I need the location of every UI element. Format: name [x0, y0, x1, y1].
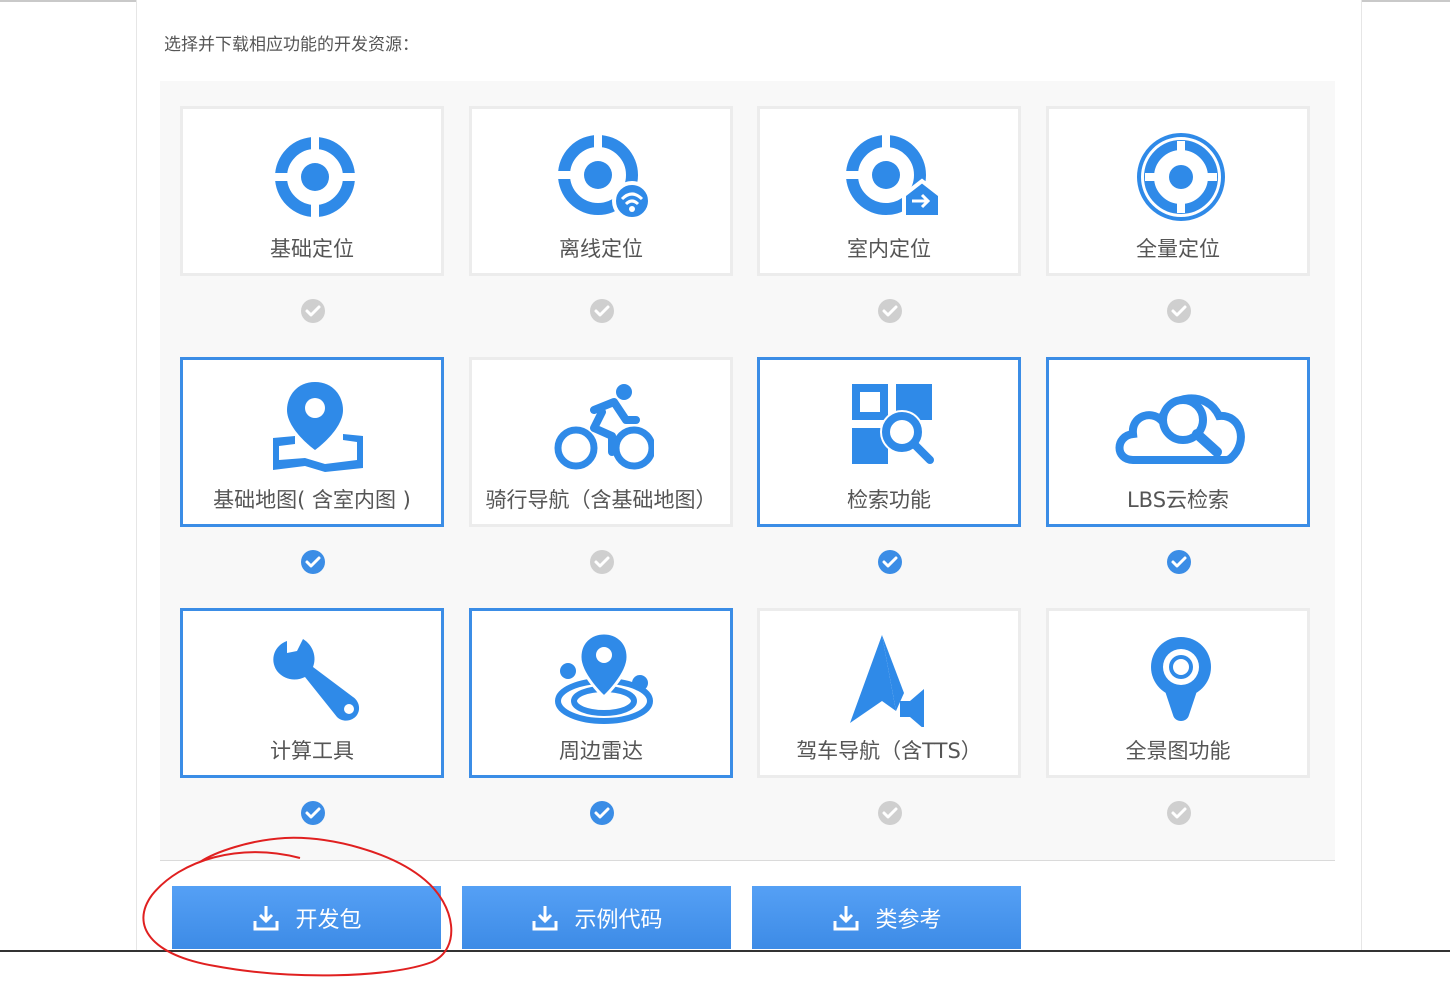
feature-card-label: 驾车导航（含TTS）	[796, 739, 982, 763]
instruction-text: 选择并下载相应功能的开发资源：	[164, 35, 419, 55]
radar-icon	[554, 631, 654, 727]
checked-icon[interactable]	[877, 549, 903, 575]
feature-card-label: 基础地图( 含室内图 )	[213, 488, 411, 512]
download-sample-code-button[interactable]: 示例代码	[462, 886, 731, 949]
feature-card[interactable]: 驾车导航（含TTS）	[757, 608, 1021, 778]
feature-card[interactable]: 离线定位	[469, 106, 733, 276]
unchecked-icon[interactable]	[877, 800, 903, 826]
checked-icon[interactable]	[300, 549, 326, 575]
feature-card[interactable]: 基础地图( 含室内图 )	[180, 357, 444, 527]
download-class-reference-button[interactable]: 类参考	[752, 886, 1021, 949]
unchecked-icon[interactable]	[1166, 800, 1192, 826]
bottom-divider	[0, 950, 1450, 952]
bicycle-icon	[554, 380, 656, 476]
map-pin-icon	[265, 380, 365, 476]
unchecked-icon[interactable]	[589, 298, 615, 324]
feature-card[interactable]: 全量定位	[1046, 106, 1310, 276]
wrench-icon	[265, 631, 365, 727]
feature-card[interactable]: 检索功能	[757, 357, 1021, 527]
full-locate-icon	[1131, 129, 1231, 225]
download-sdk-button[interactable]: 开发包	[172, 886, 441, 949]
feature-card[interactable]: 计算工具	[180, 608, 444, 778]
checked-icon[interactable]	[300, 800, 326, 826]
tab-pointer	[298, 846, 328, 860]
feature-card-label: 全景图功能	[1125, 739, 1231, 763]
cloud-search-icon	[1115, 380, 1245, 476]
feature-card-label: 基础定位	[270, 237, 354, 261]
feature-card-label: 离线定位	[559, 237, 643, 261]
navigation-arrow-icon	[842, 631, 942, 729]
download-icon	[532, 905, 558, 930]
feature-card[interactable]: 骑行导航（含基础地图）	[469, 357, 733, 527]
feature-card-label: 骑行导航（含基础地图）	[485, 488, 717, 512]
unchecked-icon[interactable]	[589, 549, 615, 575]
feature-card-label: 室内定位	[847, 237, 931, 261]
feature-card[interactable]: 周边雷达	[469, 608, 733, 778]
feature-card[interactable]: 基础定位	[180, 106, 444, 276]
offline-locate-icon	[554, 129, 654, 225]
feature-card[interactable]: 全景图功能	[1046, 608, 1310, 778]
unchecked-icon[interactable]	[300, 298, 326, 324]
feature-card-label: 周边雷达	[559, 739, 643, 763]
locate-icon	[265, 129, 365, 225]
feature-card[interactable]: LBS云检索	[1046, 357, 1310, 527]
download-icon	[833, 905, 859, 930]
search-grid-icon	[842, 380, 942, 476]
feature-card-label: LBS云检索	[1126, 488, 1230, 512]
feature-card-label: 全量定位	[1136, 237, 1220, 261]
indoor-locate-icon	[842, 129, 942, 225]
unchecked-icon[interactable]	[1166, 298, 1192, 324]
download-sample-code-label: 示例代码	[574, 907, 663, 933]
feature-card-label: 计算工具	[270, 739, 354, 763]
checked-icon[interactable]	[1166, 549, 1192, 575]
download-class-reference-label: 类参考	[875, 907, 942, 933]
download-sdk-label: 开发包	[295, 907, 362, 933]
panorama-pin-icon	[1131, 631, 1231, 727]
feature-card[interactable]: 室内定位	[757, 106, 1021, 276]
checked-icon[interactable]	[589, 800, 615, 826]
unchecked-icon[interactable]	[877, 298, 903, 324]
download-icon	[253, 905, 279, 930]
feature-card-label: 检索功能	[847, 488, 931, 512]
